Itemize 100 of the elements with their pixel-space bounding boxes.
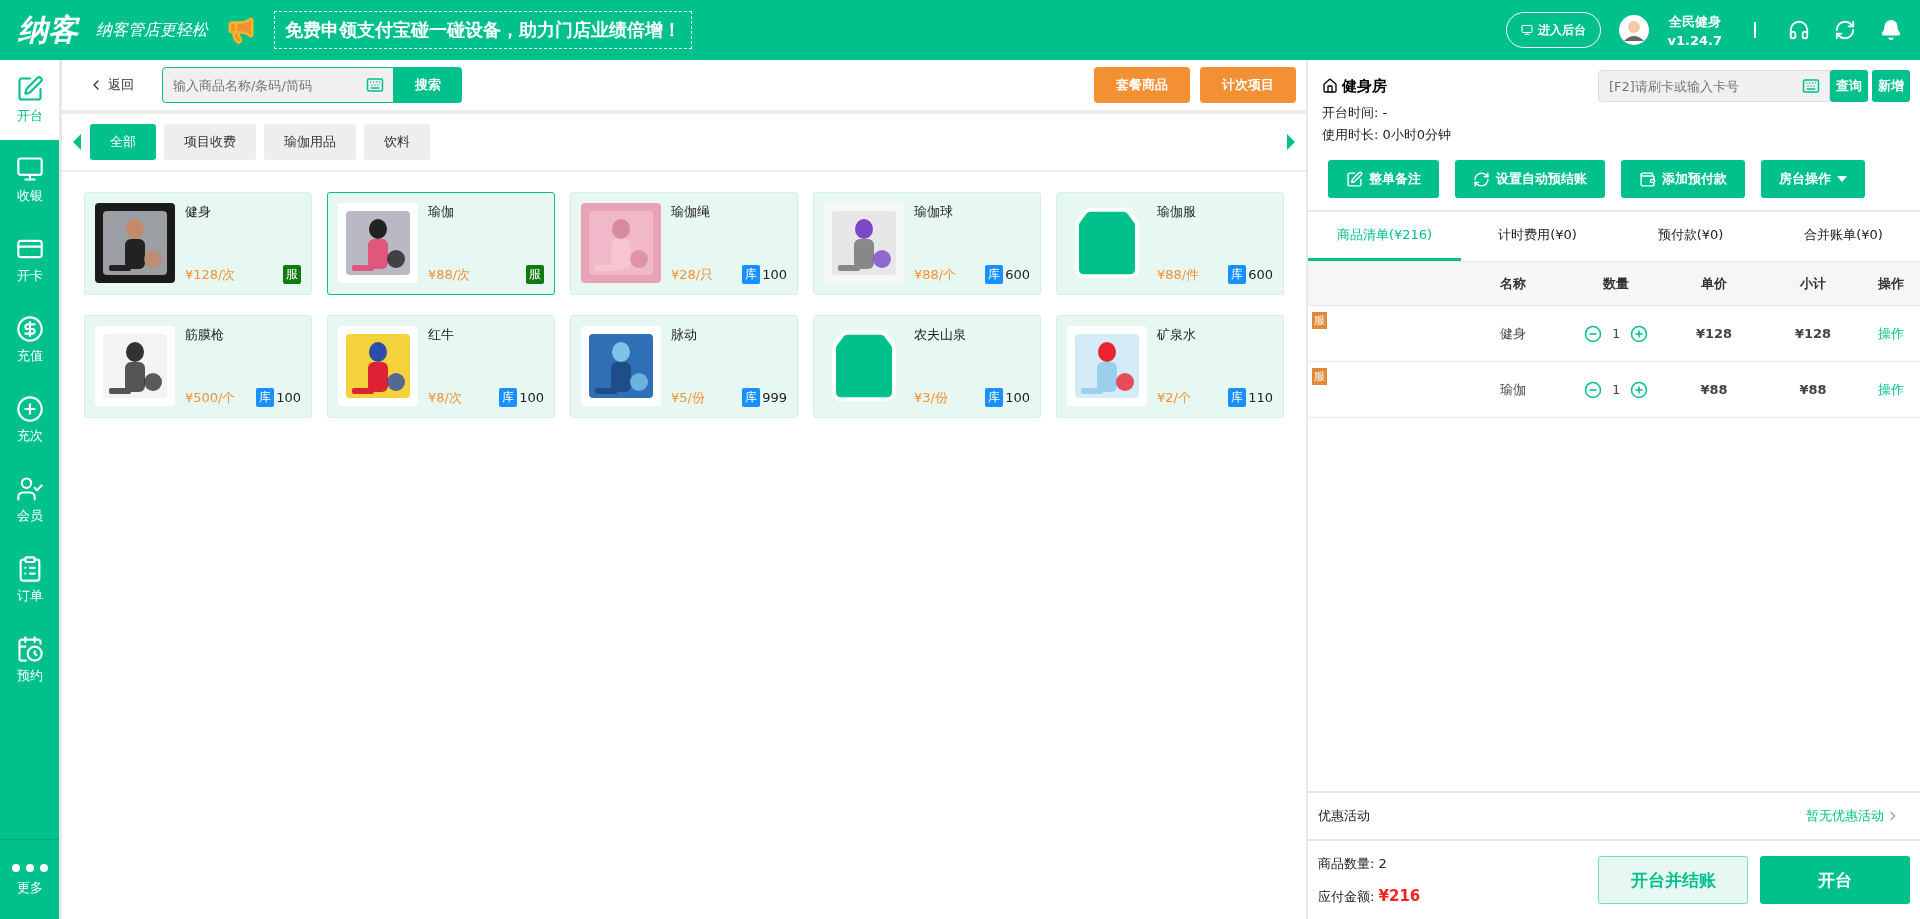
edit-icon [15, 75, 44, 103]
stock-badge: 库 [985, 388, 1004, 407]
promo-banner[interactable]: 免费申领支付宝碰一碰设备，助力门店业绩倍增！ [274, 11, 692, 49]
dots-icon [9, 862, 50, 873]
service-tag: 服 [1312, 312, 1328, 329]
product-price: ¥3/份 [914, 388, 948, 407]
add-button[interactable]: 新增 [1872, 70, 1910, 102]
room-name: 健身房 [1342, 76, 1388, 96]
calendar-clock-icon [15, 635, 44, 663]
category-tab[interactable]: 全部 [90, 124, 157, 160]
plus-button[interactable] [1630, 324, 1649, 343]
product-card[interactable]: 筋膜枪 ¥500/个 库 100 [84, 315, 313, 418]
product-price: ¥2/个 [1157, 388, 1191, 407]
product-name: 健身 [185, 203, 213, 221]
product-card[interactable]: 健身 ¥128/次 服 [84, 192, 313, 295]
stock-count: 100 [762, 267, 788, 282]
product-card[interactable]: 瑜伽球 ¥88/个 库 600 [813, 192, 1042, 295]
product-price: ¥128/次 [185, 265, 236, 284]
product-card[interactable]: 瑜伽绳 ¥28/只 库 100 [570, 192, 799, 295]
minus-button[interactable] [1583, 380, 1602, 399]
column-header: 数量 [1602, 274, 1631, 293]
column-header: 单价 [1700, 274, 1729, 293]
quantity: 1 [1611, 382, 1621, 397]
discount-link[interactable]: 暂无优惠活动 [1806, 807, 1900, 825]
bill-tab[interactable]: 计时费用(¥0) [1461, 212, 1615, 261]
toolbar-button[interactable]: 计次项目 [1200, 67, 1297, 103]
product-price: ¥500/个 [185, 388, 236, 407]
stock-badge: 库 [985, 265, 1004, 284]
refresh-icon [1473, 170, 1491, 188]
service-tag: 服 [1312, 368, 1328, 385]
scroll-right-icon[interactable] [1286, 134, 1297, 150]
minus-button[interactable] [1583, 324, 1602, 343]
service-badge: 服 [526, 265, 545, 284]
stock-badge: 库 [1228, 388, 1247, 407]
bell-icon[interactable] [1880, 19, 1902, 41]
product-name: 脉动 [671, 326, 699, 344]
operate-link[interactable]: 操作 [1862, 380, 1920, 399]
scroll-left-icon[interactable] [72, 134, 83, 150]
open-button[interactable]: 开台 [1760, 856, 1910, 904]
service-badge: 服 [283, 265, 302, 284]
wallet-icon [1639, 170, 1657, 188]
headset-icon[interactable] [1788, 19, 1810, 41]
keyboard-icon[interactable] [1802, 77, 1820, 95]
slogan: 纳客管店更轻松 [96, 19, 208, 41]
stock-count: 999 [762, 390, 788, 405]
product-name: 瑜伽绳 [671, 203, 712, 221]
open-and-checkout-button[interactable]: 开台并结账 [1598, 856, 1748, 904]
product-card[interactable]: 红牛 ¥8/次 库 100 [327, 315, 556, 418]
product-name: 筋膜枪 [185, 326, 226, 344]
amount-due: 应付金额: ¥216 [1318, 886, 1422, 906]
duration: 使用时长: 0小时0分钟 [1321, 126, 1453, 144]
bill-tab[interactable]: 预付款(¥0) [1614, 212, 1768, 261]
bill-tab[interactable]: 合并账单(¥0) [1767, 212, 1920, 261]
product-name: 瑜伽 [428, 203, 456, 221]
quantity: 1 [1611, 326, 1621, 341]
more-button[interactable]: 更多 [0, 839, 60, 919]
item-count: 商品数量: 2 [1318, 854, 1388, 873]
plus-button[interactable] [1630, 380, 1649, 399]
refresh-icon[interactable] [1834, 19, 1856, 41]
product-card[interactable]: 矿泉水 ¥2/个 库 110 [1056, 315, 1285, 418]
product-card[interactable]: 脉动 ¥5/份 库 999 [570, 315, 799, 418]
action-button[interactable]: 房台操作 [1761, 160, 1866, 198]
caret-icon [1837, 176, 1848, 182]
back-button[interactable]: 返回 [82, 75, 141, 95]
stock-badge: 库 [742, 265, 761, 284]
product-card[interactable]: 瑜伽服 ¥88/件 库 600 [1056, 192, 1285, 295]
home-icon [1322, 78, 1339, 94]
stock-count: 110 [1248, 390, 1274, 405]
plus-circle-icon [15, 395, 44, 423]
avatar [1619, 15, 1650, 45]
unit-price: ¥88 [1699, 382, 1729, 397]
toolbar-button[interactable]: 套餐商品 [1094, 67, 1191, 103]
category-tab[interactable]: 饮料 [364, 124, 431, 160]
operate-link[interactable]: 操作 [1862, 324, 1920, 343]
product-price: ¥28/只 [671, 265, 714, 284]
action-button[interactable]: 设置自动预结账 [1455, 160, 1606, 198]
stock-count: 600 [1248, 267, 1274, 282]
stock-count: 100 [1005, 390, 1031, 405]
product-card[interactable]: 农夫山泉 ¥3/份 库 100 [813, 315, 1042, 418]
category-tab[interactable]: 瑜伽用品 [264, 124, 357, 160]
category-tab[interactable]: 项目收费 [164, 124, 257, 160]
card-field[interactable]: [F2]请刷卡或输入卡号 [1598, 70, 1830, 102]
stock-badge: 库 [1228, 265, 1247, 284]
column-header: 操作 [1877, 274, 1905, 293]
product-price: ¥88/件 [1157, 265, 1200, 284]
action-button[interactable]: 添加预付款 [1621, 160, 1746, 198]
search-field[interactable]: 输入商品名称/条码/简码 [162, 67, 395, 103]
sidebar-item[interactable]: 开台 [0, 60, 60, 140]
edit-icon [1346, 170, 1364, 188]
item-name: 健身 [1499, 324, 1528, 343]
keyboard-icon[interactable] [366, 76, 385, 94]
product-name: 瑜伽球 [914, 203, 955, 221]
stock-badge: 库 [256, 388, 275, 407]
query-button[interactable]: 查询 [1830, 70, 1868, 102]
search-button[interactable]: 搜索 [394, 67, 463, 103]
product-card[interactable]: 瑜伽 ¥88/次 服 [327, 192, 556, 295]
action-button[interactable]: 整单备注 [1328, 160, 1440, 198]
subtotal: ¥88 [1798, 382, 1828, 397]
stock-badge: 库 [499, 388, 518, 407]
product-price: ¥8/次 [428, 388, 462, 407]
